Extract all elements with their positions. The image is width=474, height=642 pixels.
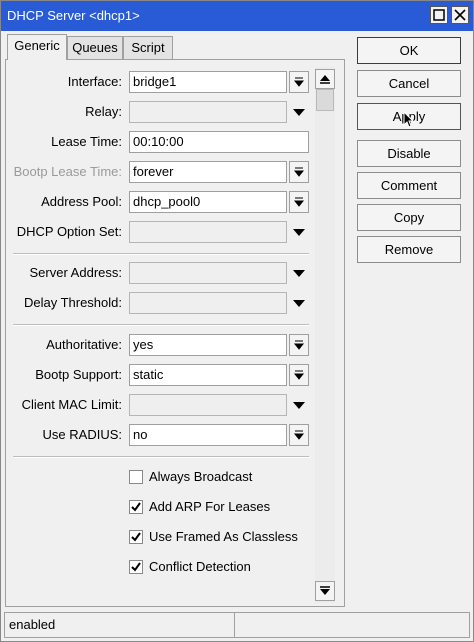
separator bbox=[13, 324, 309, 326]
bootp-lease-time-field[interactable]: forever bbox=[129, 161, 287, 183]
lease-time-label: Lease Time: bbox=[51, 134, 122, 149]
client-mac-limit-field[interactable] bbox=[129, 394, 287, 416]
close-icon bbox=[454, 9, 466, 21]
vertical-scrollbar[interactable] bbox=[315, 67, 335, 603]
restore-icon bbox=[433, 9, 445, 21]
remove-button[interactable]: Remove bbox=[357, 236, 461, 263]
address-pool-label: Address Pool: bbox=[41, 194, 122, 209]
bootp-support-field[interactable]: static bbox=[129, 364, 287, 386]
use-radius-dropdown-button[interactable] bbox=[289, 424, 309, 446]
interface-dropdown-button[interactable] bbox=[289, 71, 309, 93]
dropdown-arrow-icon bbox=[293, 370, 305, 380]
dhcp-option-set-field[interactable] bbox=[129, 221, 287, 243]
delay-threshold-dropdown-arrow[interactable] bbox=[291, 292, 307, 314]
chevron-down-icon bbox=[293, 270, 305, 277]
use-framed-as-classless-checkbox[interactable] bbox=[129, 530, 143, 544]
add-arp-for-leases-checkbox[interactable] bbox=[129, 500, 143, 514]
close-button[interactable] bbox=[451, 6, 469, 24]
dhcp-server-window: DHCP Server <dhcp1> Generic Queues Scrip… bbox=[0, 0, 474, 642]
dhcp-option-set-label: DHCP Option Set: bbox=[16, 224, 122, 239]
scroll-down-button[interactable] bbox=[315, 581, 335, 601]
bootp-lease-time-label: Bootp Lease Time: bbox=[13, 164, 122, 179]
window-title: DHCP Server <dhcp1> bbox=[7, 8, 140, 23]
server-address-label: Server Address: bbox=[29, 265, 123, 280]
delay-threshold-field[interactable] bbox=[129, 292, 287, 314]
use-radius-field[interactable]: no bbox=[129, 424, 287, 446]
dhcp-option-set-dropdown-arrow[interactable] bbox=[291, 221, 307, 243]
add-arp-for-leases-label: Add ARP For Leases bbox=[149, 499, 271, 514]
client-mac-limit-label: Client MAC Limit: bbox=[21, 397, 122, 412]
bootp-support-label: Bootp Support: bbox=[35, 367, 122, 382]
relay-dropdown-arrow[interactable] bbox=[291, 101, 307, 123]
dropdown-arrow-icon bbox=[293, 197, 305, 207]
disable-button[interactable]: Disable bbox=[357, 140, 461, 167]
checkmark-icon bbox=[131, 562, 141, 572]
checkmark-icon bbox=[131, 532, 141, 542]
interface-label: Interface: bbox=[67, 74, 122, 89]
dropdown-arrow-icon bbox=[293, 430, 305, 440]
relay-field[interactable] bbox=[129, 101, 287, 123]
authoritative-dropdown-button[interactable] bbox=[289, 334, 309, 356]
dropdown-arrow-icon bbox=[293, 340, 305, 350]
bootp-support-dropdown-button[interactable] bbox=[289, 364, 309, 386]
comment-button[interactable]: Comment bbox=[357, 172, 461, 199]
conflict-detection-checkbox[interactable] bbox=[129, 560, 143, 574]
server-address-field[interactable] bbox=[129, 262, 287, 284]
dropdown-arrow-icon bbox=[293, 167, 305, 177]
scrollbar-thumb[interactable] bbox=[316, 89, 334, 111]
chevron-down-icon bbox=[293, 300, 305, 307]
address-pool-dropdown-button[interactable] bbox=[289, 191, 309, 213]
chevron-down-icon bbox=[293, 229, 305, 236]
use-radius-label: Use RADIUS: bbox=[42, 427, 122, 442]
server-address-dropdown-arrow[interactable] bbox=[291, 262, 307, 284]
authoritative-field[interactable]: yes bbox=[129, 334, 287, 356]
client-mac-limit-dropdown-arrow[interactable] bbox=[291, 394, 307, 416]
copy-button[interactable]: Copy bbox=[357, 204, 461, 231]
cancel-button[interactable]: Cancel bbox=[357, 70, 461, 97]
tab-generic[interactable]: Generic bbox=[7, 34, 67, 60]
checkmark-icon bbox=[131, 502, 141, 512]
ok-button[interactable]: OK bbox=[357, 37, 461, 64]
status-bar: enabled bbox=[4, 612, 470, 638]
address-pool-field[interactable]: dhcp_pool0 bbox=[129, 191, 287, 213]
scroll-down-icon bbox=[320, 586, 330, 595]
separator bbox=[13, 253, 309, 255]
conflict-detection-label: Conflict Detection bbox=[149, 559, 251, 574]
restore-button[interactable] bbox=[430, 6, 448, 24]
scroll-up-icon bbox=[320, 75, 330, 84]
bootp-lease-time-dropdown-button[interactable] bbox=[289, 161, 309, 183]
always-broadcast-checkbox[interactable] bbox=[129, 470, 143, 484]
authoritative-label: Authoritative: bbox=[46, 337, 122, 352]
status-extra bbox=[235, 613, 239, 637]
chevron-down-icon bbox=[293, 402, 305, 409]
chevron-down-icon bbox=[293, 109, 305, 116]
delay-threshold-label: Delay Threshold: bbox=[23, 295, 122, 310]
interface-field[interactable]: bridge1 bbox=[129, 71, 287, 93]
dropdown-arrow-icon bbox=[293, 77, 305, 87]
use-framed-as-classless-label: Use Framed As Classless bbox=[149, 529, 298, 544]
separator bbox=[13, 456, 309, 458]
relay-label: Relay: bbox=[85, 104, 122, 119]
scroll-up-button[interactable] bbox=[315, 69, 335, 89]
tab-script[interactable]: Script bbox=[123, 36, 173, 60]
title-bar[interactable]: DHCP Server <dhcp1> bbox=[1, 1, 473, 31]
mouse-cursor-icon bbox=[403, 111, 415, 128]
always-broadcast-label: Always Broadcast bbox=[149, 469, 253, 484]
tab-queues[interactable]: Queues bbox=[67, 36, 123, 60]
lease-time-field[interactable]: 00:10:00 bbox=[129, 131, 309, 153]
status-state: enabled bbox=[9, 617, 56, 632]
